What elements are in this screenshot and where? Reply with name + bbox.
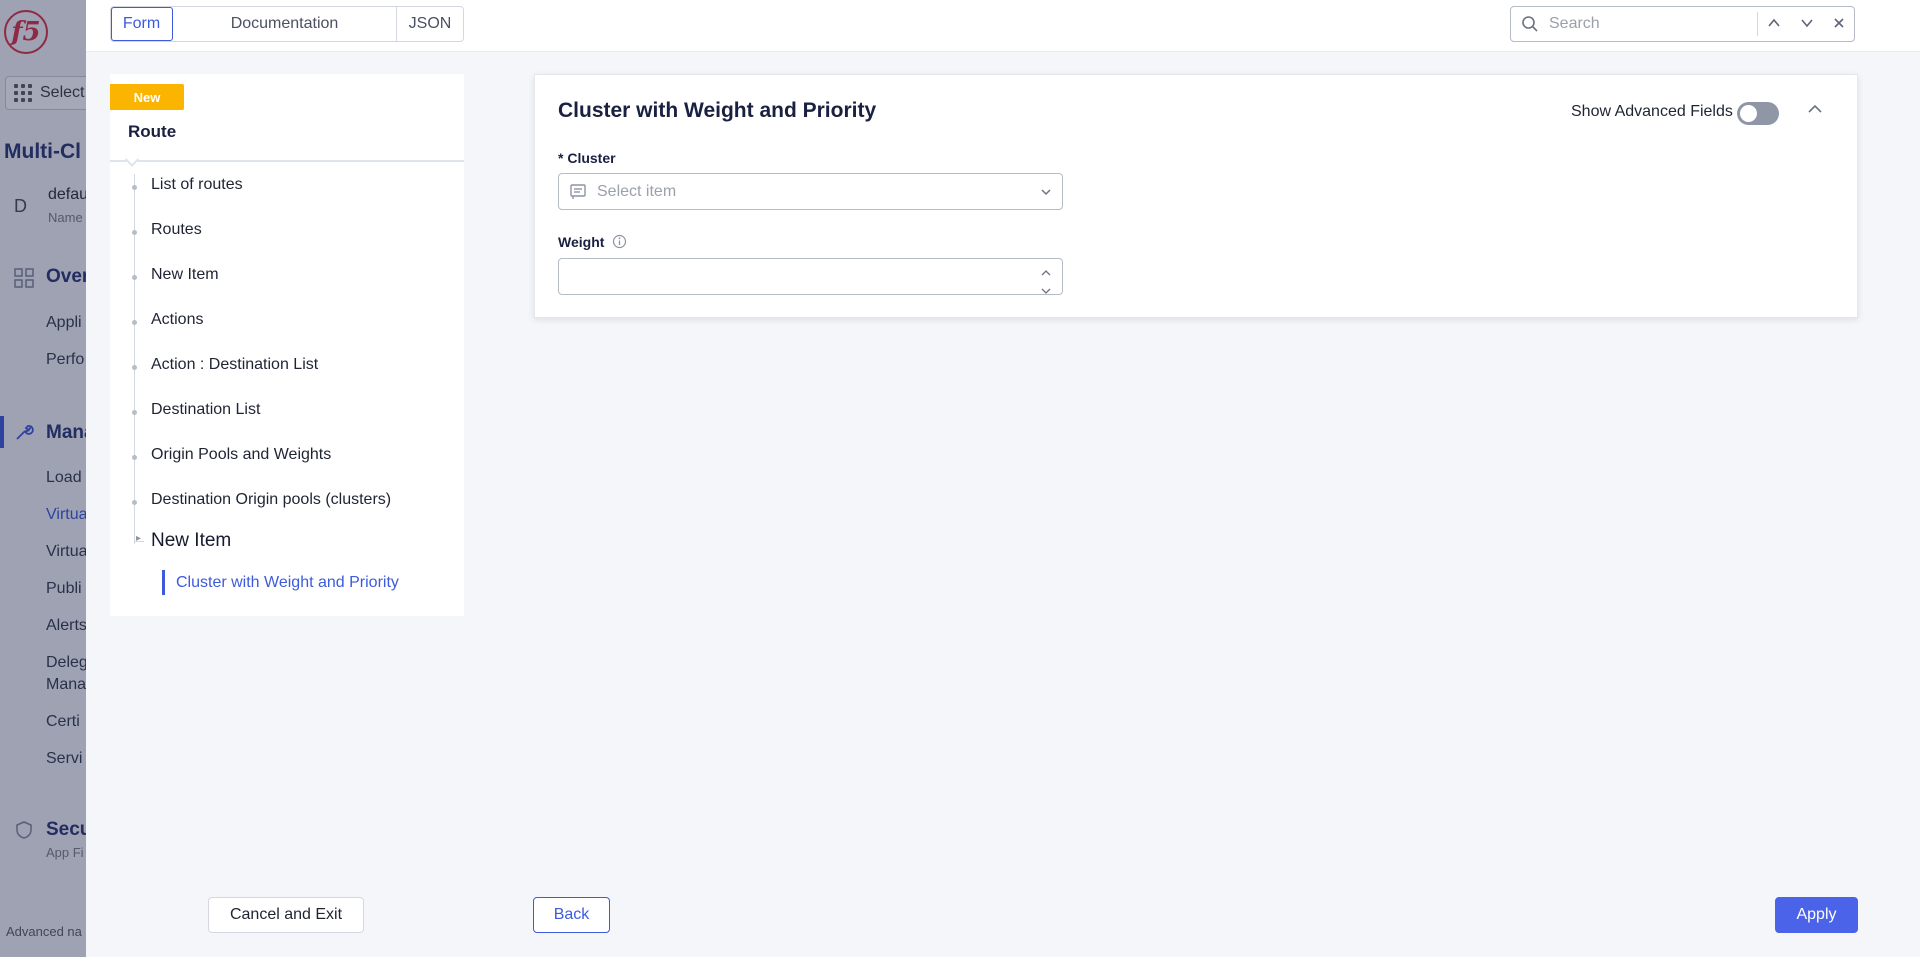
weight-input[interactable] — [558, 258, 1063, 295]
form-title: Cluster with Weight and Priority — [558, 99, 877, 122]
nav-item-new-item[interactable]: New Item — [151, 266, 219, 284]
nav-item-list-of-routes[interactable]: List of routes — [151, 176, 243, 194]
list-icon — [559, 183, 597, 201]
search-field[interactable]: Search — [1510, 6, 1855, 42]
top-toolbar: Form Documentation JSON Search — [86, 0, 1920, 52]
search-icon — [1511, 15, 1549, 33]
tree-dot — [132, 410, 137, 415]
nav-item-destination-origin-pools[interactable]: Destination Origin pools (clusters) — [151, 491, 391, 509]
nav-item-destination-list[interactable]: Destination List — [151, 401, 260, 419]
search-input[interactable]: Search — [1549, 12, 1758, 36]
back-button[interactable]: Back — [533, 897, 610, 933]
tab-documentation[interactable]: Documentation — [173, 7, 397, 41]
tree-dot — [132, 230, 137, 235]
advanced-fields-label: Show Advanced Fields — [1571, 103, 1733, 120]
toggle-knob — [1740, 105, 1757, 122]
tab-json[interactable]: JSON — [397, 7, 463, 41]
caret-right-icon: ▸ — [136, 533, 142, 544]
nav-item-cluster-with-weight[interactable]: Cluster with Weight and Priority — [176, 574, 399, 592]
tree-dot — [132, 500, 137, 505]
stepper-down-icon[interactable] — [1041, 282, 1051, 300]
search-navigation — [1758, 16, 1854, 33]
cluster-label: * Cluster — [558, 150, 616, 166]
number-stepper[interactable] — [1040, 264, 1052, 294]
nav-item-action-destination-list[interactable]: Action : Destination List — [151, 356, 318, 374]
form-navigation-card: New Route List of routes Routes New Item… — [110, 74, 464, 616]
weight-label: Weight — [558, 234, 605, 250]
chevron-down-icon[interactable] — [1800, 16, 1814, 33]
tree-dot — [132, 275, 137, 280]
close-icon[interactable] — [1833, 16, 1845, 32]
cluster-select[interactable]: Select item — [558, 173, 1063, 210]
route-editor-panel: Form Documentation JSON Search New Route… — [86, 0, 1920, 957]
collapse-chevron-icon[interactable] — [1805, 99, 1825, 119]
route-title[interactable]: Route — [128, 122, 176, 142]
apply-button[interactable]: Apply — [1775, 897, 1858, 933]
tree-dot — [132, 365, 137, 370]
route-divider — [110, 160, 464, 162]
cancel-and-exit-button[interactable]: Cancel and Exit — [208, 897, 364, 933]
advanced-fields-toggle[interactable] — [1737, 102, 1779, 125]
nav-item-actions[interactable]: Actions — [151, 311, 203, 329]
tree-dot — [132, 455, 137, 460]
info-icon[interactable] — [612, 234, 627, 249]
stepper-up-icon[interactable] — [1041, 264, 1051, 282]
nav-item-current[interactable]: New Item — [151, 530, 231, 552]
cluster-form-card: Cluster with Weight and Priority Show Ad… — [534, 74, 1858, 318]
chevron-up-icon[interactable] — [1767, 16, 1781, 33]
nav-item-routes[interactable]: Routes — [151, 221, 202, 239]
cluster-select-placeholder: Select item — [597, 182, 677, 200]
active-item-bar — [162, 570, 165, 595]
tab-form[interactable]: Form — [111, 7, 173, 41]
route-notch — [124, 152, 140, 167]
tree-dot — [132, 320, 137, 325]
chevron-down-icon — [1030, 186, 1062, 198]
new-badge: New — [110, 84, 184, 110]
modal-overlay[interactable] — [0, 0, 100, 957]
view-tabs: Form Documentation JSON — [110, 6, 464, 42]
nav-item-origin-pools-and-weights[interactable]: Origin Pools and Weights — [151, 446, 331, 464]
tree-dot — [132, 185, 137, 190]
